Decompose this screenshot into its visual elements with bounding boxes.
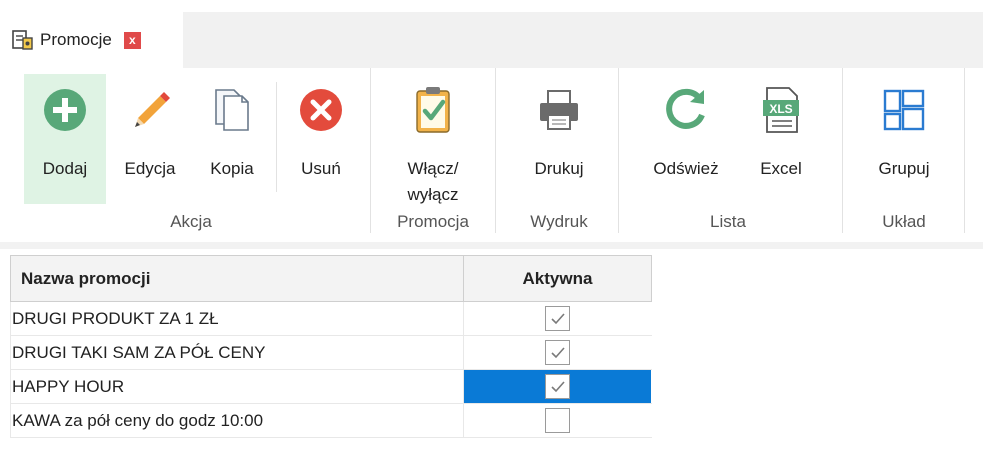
plus-circle-icon (39, 84, 91, 136)
tab-strip: Promocje x (0, 0, 983, 68)
group-separator (964, 68, 965, 233)
refresh-icon (660, 84, 712, 136)
refresh-button[interactable]: Odśwież (636, 74, 736, 204)
promotion-name-cell[interactable]: DRUGI TAKI SAM ZA PÓŁ CENY (10, 336, 464, 369)
edit-button[interactable]: Edycja (110, 74, 190, 204)
tab-promocje[interactable]: Promocje x (0, 12, 183, 68)
pencil-icon (124, 84, 176, 136)
delete-button[interactable]: Usuń (284, 74, 358, 204)
group-label-promotion: Promocja (397, 212, 469, 231)
column-header-active[interactable]: Aktywna (464, 256, 651, 301)
promotion-name-cell[interactable]: DRUGI PRODUKT ZA 1 ZŁ (10, 302, 464, 335)
print-button[interactable]: Drukuj (506, 74, 612, 204)
table-header: Nazwa promocji Aktywna (10, 255, 652, 302)
close-tab-button[interactable]: x (123, 31, 141, 49)
group-separator (842, 68, 843, 233)
separator (276, 82, 277, 192)
group-separator (618, 68, 619, 233)
group-separator (370, 68, 371, 233)
table-row[interactable]: DRUGI TAKI SAM ZA PÓŁ CENY (10, 336, 652, 370)
promotion-name-cell[interactable]: KAWA za pół ceny do godz 10:00 (10, 404, 464, 437)
table-row[interactable]: KAWA za pół ceny do godz 10:00 (10, 404, 652, 438)
group-button-label: Grupuj (878, 159, 930, 178)
add-button[interactable]: Dodaj (24, 74, 106, 204)
active-cell[interactable] (464, 370, 651, 403)
table-row-selected[interactable]: HAPPY HOUR (10, 370, 652, 404)
tab-label: Promocje (40, 30, 112, 49)
edit-button-label: Edycja (124, 159, 176, 178)
copy-button[interactable]: Kopia (194, 74, 270, 204)
check-icon (550, 380, 565, 392)
copy-icon (206, 84, 258, 136)
add-button-label: Dodaj (42, 159, 88, 178)
ribbon-divider (0, 242, 983, 249)
delete-circle-icon (295, 84, 347, 136)
excel-icon: XLS (755, 84, 807, 136)
excel-badge: XLS (769, 102, 792, 116)
refresh-button-label: Odśwież (653, 159, 719, 178)
group-label-list: Lista (710, 212, 746, 231)
promotions-table: Nazwa promocji Aktywna DRUGI PRODUKT ZA … (10, 255, 652, 438)
ribbon: Dodaj Edycja Kopia Usuń Akcja Włącz/ wył… (0, 68, 983, 240)
active-checkbox[interactable] (545, 306, 570, 331)
group-separator (495, 68, 496, 233)
excel-button-label: Excel (760, 159, 802, 178)
active-cell[interactable] (464, 336, 651, 369)
check-icon (550, 312, 565, 324)
excel-button[interactable]: XLS Excel (742, 74, 820, 204)
group-label-action: Akcja (170, 212, 212, 231)
active-cell[interactable] (464, 302, 651, 335)
active-checkbox[interactable] (545, 340, 570, 365)
table-left-border (10, 302, 11, 438)
check-icon (550, 346, 565, 358)
active-cell[interactable] (464, 404, 651, 437)
active-checkbox[interactable] (545, 408, 570, 433)
toggle-button[interactable]: Włącz/ wyłącz (380, 74, 486, 204)
active-checkbox[interactable] (545, 374, 570, 399)
delete-button-label: Usuń (301, 159, 341, 178)
promotion-name-cell[interactable]: HAPPY HOUR (10, 370, 464, 403)
layout-group-icon (878, 84, 930, 136)
print-button-label: Drukuj (534, 159, 584, 178)
group-button[interactable]: Grupuj (852, 74, 956, 204)
copy-button-label: Kopia (210, 159, 254, 178)
toggle-button-label: Włącz/ wyłącz (407, 159, 459, 204)
printer-icon (533, 84, 585, 136)
group-label-layout: Układ (882, 212, 926, 231)
clipboard-check-icon (407, 84, 459, 136)
group-label-print: Wydruk (530, 212, 588, 231)
table-row[interactable]: DRUGI PRODUKT ZA 1 ZŁ (10, 302, 652, 336)
tab-strip-background (183, 12, 983, 68)
column-header-name[interactable]: Nazwa promocji (11, 256, 464, 301)
promotions-icon (10, 27, 36, 53)
